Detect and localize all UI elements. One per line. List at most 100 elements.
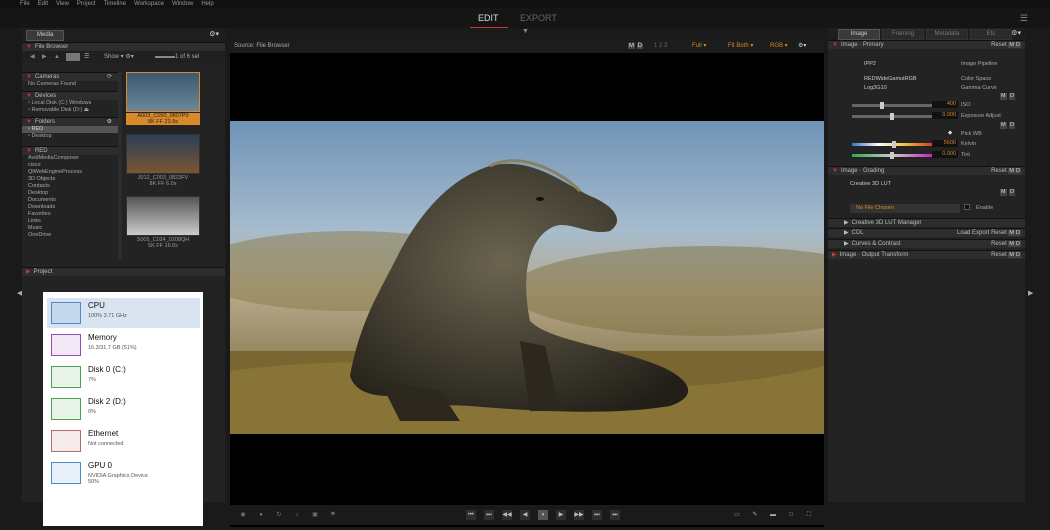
nav-forward-icon[interactable]: ▶ — [42, 51, 47, 63]
red-folder-header[interactable]: ▼ RED — [22, 146, 118, 155]
gamma-value[interactable]: Log3G10 — [864, 85, 887, 91]
inspector-tab-etc[interactable]: Etc — [970, 29, 1012, 40]
eyedropper-icon[interactable]: ◆ — [948, 130, 952, 136]
audio-icon[interactable]: ♪ — [292, 510, 302, 520]
clip-thumbnail[interactable] — [126, 134, 200, 174]
aspect-icon[interactable]: ▬ — [768, 510, 778, 520]
gear-icon[interactable]: ⚙▾ — [798, 40, 806, 53]
red-folder-item[interactable]: Favorites — [22, 211, 118, 218]
overlay-icon[interactable]: □ — [786, 510, 796, 520]
pause-icon[interactable]: ⏸ — [538, 510, 548, 520]
record-icon[interactable]: ● — [256, 510, 266, 520]
refresh-icon[interactable]: ⟳ — [107, 73, 112, 82]
red-folder-item[interactable]: Documents — [22, 197, 118, 204]
rgb-dropdown[interactable]: RGB ▾ — [770, 40, 788, 53]
clip-thumbnail[interactable] — [126, 196, 200, 236]
marker-icon[interactable]: ▣ — [310, 510, 320, 520]
menu-view[interactable]: View — [56, 0, 69, 8]
d-button[interactable]: D — [1009, 122, 1015, 129]
monitor-icon[interactable]: ▭ — [732, 510, 742, 520]
grading-header[interactable]: ▼ Image · Grading Reset MD — [828, 166, 1025, 175]
hamburger-menu-icon[interactable]: ☰ — [1020, 13, 1028, 24]
clip-thumbnail[interactable] — [126, 72, 200, 112]
next-clip-icon[interactable]: ⏭ — [592, 510, 602, 520]
red-folder-item[interactable]: AvidMediaComposer — [22, 155, 118, 162]
prev-clip-icon[interactable]: ⏭ — [484, 510, 494, 520]
collapse-arrow-icon[interactable]: ▼ — [522, 28, 529, 35]
step-fwd-icon[interactable]: ▶ — [556, 510, 566, 520]
device-local-disk[interactable]: ▫ Local Disk (C:) Windows — [22, 100, 118, 107]
iso-slider[interactable] — [852, 102, 932, 109]
cameras-header[interactable]: ▼ Cameras ⟳ — [22, 72, 118, 81]
primary-reset[interactable]: Reset MD — [991, 41, 1021, 50]
md-buttons[interactable]: M D — [628, 40, 644, 53]
m-button[interactable]: M — [1000, 93, 1007, 100]
exposure-value[interactable]: 0.000 — [932, 112, 958, 119]
right-panel-toggle-icon[interactable]: ▶ — [1028, 289, 1033, 297]
gear-icon[interactable]: ⚙▾ — [1011, 29, 1021, 37]
red-folder-item[interactable]: 3D Objects — [22, 176, 118, 183]
inspector-tab-framing[interactable]: Framing — [882, 29, 924, 40]
red-folder-item[interactable]: Music — [22, 225, 118, 232]
camera-icon[interactable]: ◉ — [238, 510, 248, 520]
red-folder-item[interactable]: Contacts — [22, 183, 118, 190]
project-header[interactable]: ▶ Project — [22, 267, 225, 276]
menu-project[interactable]: Project — [77, 0, 96, 8]
full-dropdown[interactable]: Full ▾ — [692, 40, 706, 53]
prev-frame-icon[interactable]: ◀◀ — [502, 510, 512, 520]
m-button[interactable]: M — [1000, 189, 1007, 196]
kelvin-value[interactable]: 5600 — [932, 140, 958, 147]
export-tab[interactable]: EXPORT — [520, 13, 557, 23]
fit-dropdown[interactable]: Fit Both ▾ — [728, 40, 753, 53]
red-folder-item[interactable]: Downloads — [22, 204, 118, 211]
first-frame-icon[interactable]: ⏮ — [466, 510, 476, 520]
menu-timeline[interactable]: Timeline — [104, 0, 126, 8]
folders-header[interactable]: ▼ Folders ⚙ — [22, 117, 118, 126]
show-dropdown[interactable]: Show ▾ ⚙▾ — [104, 51, 134, 63]
lut-manager-header[interactable]: ▶ Creative 3D LUT Manager — [828, 218, 1025, 227]
perf-item-gpu-0[interactable]: GPU 0 NVIDIA Graphics Device 50% — [47, 458, 200, 488]
nav-back-icon[interactable]: ◀ — [30, 51, 35, 63]
primary-header[interactable]: ▼ Image · Primary Reset MD — [828, 40, 1025, 49]
loop-icon[interactable]: ↻ — [274, 510, 284, 520]
grid-view-icon[interactable] — [66, 53, 80, 61]
flag-icon[interactable]: ⚑ — [328, 510, 338, 520]
folder-desktop[interactable]: ▫ Desktop — [22, 133, 118, 140]
thumb-size-slider[interactable] — [155, 56, 175, 58]
menu-edit[interactable]: Edit — [38, 0, 48, 8]
fullscreen-icon[interactable]: ⛶ — [804, 510, 814, 520]
perf-item-memory[interactable]: Memory 16.3/31.7 GB (51%) — [47, 330, 200, 360]
cdl-header[interactable]: ▶ CDL Load Export Reset MD — [828, 228, 1025, 237]
output-transform-header[interactable]: ▶ Image · Output Transform Reset MD — [828, 250, 1025, 259]
enable-checkbox[interactable] — [964, 204, 970, 210]
menu-file[interactable]: File — [20, 0, 30, 8]
tint-slider[interactable] — [852, 152, 932, 159]
d-button[interactable]: D — [1009, 93, 1015, 100]
media-tab[interactable]: Media — [26, 30, 65, 41]
inspector-tab-metadata[interactable]: Metadata — [926, 29, 968, 40]
menu-help[interactable]: Help — [201, 0, 213, 8]
pen-icon[interactable]: ✎ — [750, 510, 760, 520]
step-back-icon[interactable]: ◀ — [520, 510, 530, 520]
red-folder-item[interactable]: OneDrive — [22, 232, 118, 239]
folder-red[interactable]: ▫ RED — [22, 126, 118, 133]
list-view-icon[interactable]: ☰ — [84, 51, 89, 63]
kelvin-slider[interactable] — [852, 141, 932, 148]
colorspace-value[interactable]: REDWideGamutRGB — [864, 76, 917, 82]
nav-up-icon[interactable]: ▲ — [54, 51, 60, 63]
red-folder-item[interactable]: QtWebEngineProcess — [22, 169, 118, 176]
curves-header[interactable]: ▶ Curves & Contrast Reset MD — [828, 239, 1025, 248]
iso-value[interactable]: 400 — [932, 101, 958, 108]
d-button[interactable]: D — [1009, 189, 1015, 196]
perf-item-disk-2-d-[interactable]: Disk 2 (D:) 0% — [47, 394, 200, 424]
exposure-slider[interactable] — [852, 113, 932, 120]
perf-item-ethernet[interactable]: Ethernet Not connected — [47, 426, 200, 456]
red-folder-item[interactable]: Links — [22, 218, 118, 225]
gear-icon[interactable]: ⚙ — [107, 118, 112, 127]
menu-window[interactable]: Window — [172, 0, 193, 8]
devices-header[interactable]: ▼ Devices — [22, 91, 118, 100]
next-frame-icon[interactable]: ▶▶ — [574, 510, 584, 520]
perf-item-cpu[interactable]: CPU 100% 3.71 GHz — [47, 298, 200, 328]
perf-item-disk-0-c-[interactable]: Disk 0 (C:) 7% — [47, 362, 200, 392]
edit-tab[interactable]: EDIT — [478, 13, 499, 23]
